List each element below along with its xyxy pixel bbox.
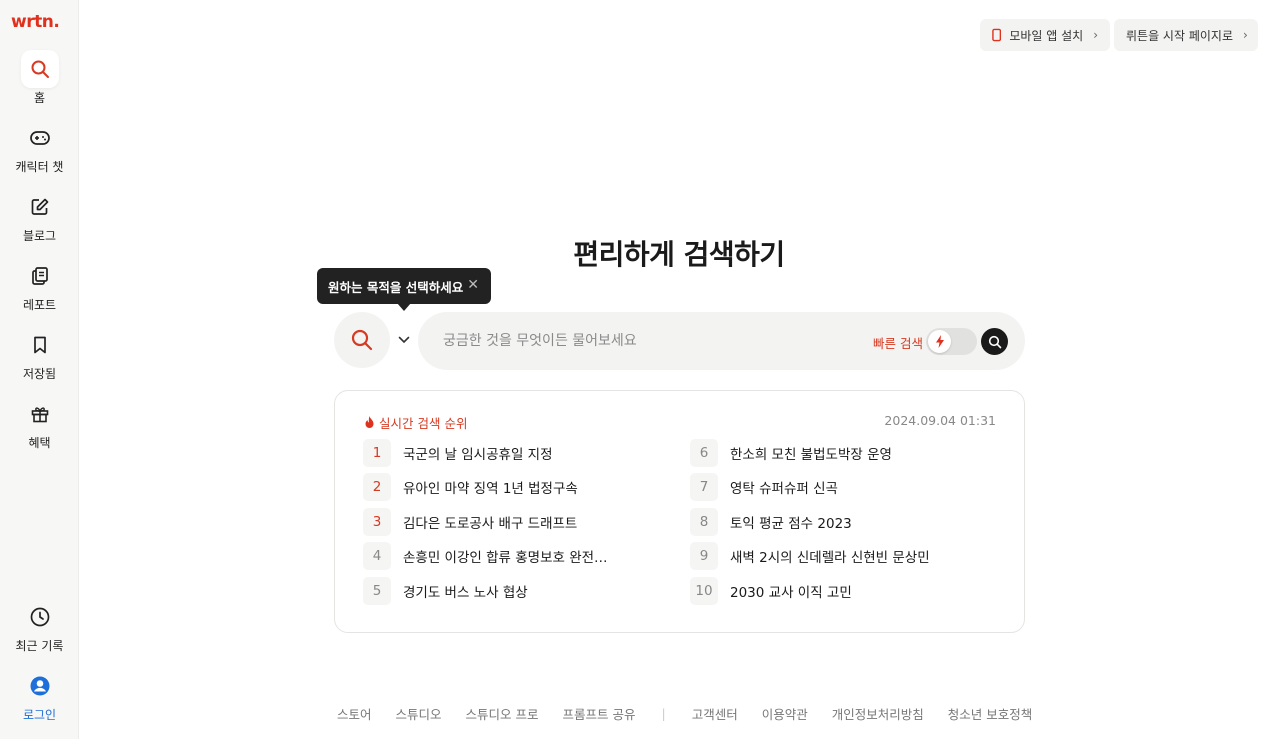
page-title: 편리하게 검색하기 (573, 238, 785, 271)
bookmark-icon (21, 326, 59, 364)
lightning-icon (928, 330, 951, 353)
rank-keyword: 한소희 모친 불법도박장 운영 (730, 447, 892, 463)
sidebar-item-history[interactable]: 최근 기록 (0, 598, 79, 654)
chevron-right-icon: › (1093, 28, 1098, 42)
search-mode-button[interactable] (334, 312, 390, 368)
search-input[interactable] (443, 312, 863, 370)
sidebar-item-label: 캐릭터 챗 (15, 160, 64, 174)
rank-number: 6 (690, 439, 718, 467)
sidebar-item-saved[interactable]: 저장됨 (0, 326, 79, 382)
mobile-app-button[interactable]: 모바일 앱 설치 › (980, 19, 1110, 51)
tooltip-text: 원하는 목적을 선택하세요 (328, 279, 464, 295)
rank-number: 10 (690, 577, 718, 605)
sidebar-item-label: 홈 (33, 91, 46, 105)
sidebar-item-label: 레포트 (22, 298, 57, 312)
rank-keyword: 유아인 마약 징역 1년 법정구속 (403, 481, 578, 497)
rank-number: 7 (690, 473, 718, 501)
gift-icon (21, 395, 59, 433)
trending-item[interactable]: 4 손흥민 이강인 합류 홍명보호 완전체 … (363, 542, 618, 570)
trending-item[interactable]: 1 국군의 날 임시공휴일 지정 (363, 439, 553, 467)
quick-search-toggle[interactable] (926, 328, 977, 355)
footer-link-terms[interactable]: 이용약관 (762, 704, 808, 723)
sidebar: wrtn. 홈 캐릭터 챗 블로그 레포트 저장됨 혜택 최근 기록 로그인 (0, 0, 79, 739)
search-icon (351, 329, 373, 351)
sidebar-item-character-chat[interactable]: 캐릭터 챗 (0, 119, 79, 175)
start-page-label: 뤼튼을 시작 페이지로 (1126, 28, 1233, 43)
rank-number: 9 (690, 542, 718, 570)
rank-keyword: 2030 교사 이직 고민 (730, 585, 852, 601)
sidebar-item-label: 로그인 (22, 708, 57, 722)
sidebar-item-home[interactable]: 홈 (0, 50, 79, 106)
footer-link-studio-pro[interactable]: 스튜디오 프로 (466, 704, 539, 723)
trending-item[interactable]: 10 2030 교사 이직 고민 (690, 577, 852, 605)
sidebar-item-label: 혜택 (28, 436, 51, 450)
trending-item[interactable]: 7 영탁 슈퍼슈퍼 신곡 (690, 473, 838, 501)
footer-link-store[interactable]: 스토어 (337, 704, 372, 723)
trending-item[interactable]: 2 유아인 마약 징역 1년 법정구속 (363, 473, 578, 501)
submit-search-button[interactable] (981, 328, 1008, 355)
search-icon (988, 335, 1001, 348)
trending-item[interactable]: 6 한소희 모친 불법도박장 운영 (690, 439, 892, 467)
user-icon (21, 667, 59, 705)
footer-link-prompt-share[interactable]: 프롬프트 공유 (563, 704, 636, 723)
footer-divider: | (661, 706, 666, 721)
quick-search-label: 빠른 검색 (873, 336, 923, 351)
rank-number: 1 (363, 439, 391, 467)
fire-icon (365, 416, 374, 428)
trending-item[interactable]: 8 토익 평균 점수 2023 (690, 508, 852, 536)
close-icon[interactable]: ✕ (467, 277, 479, 293)
rank-number: 5 (363, 577, 391, 605)
phone-icon (992, 28, 1002, 42)
trending-card: 실시간 검색 순위 2024.09.04 01:31 1 국군의 날 임시공휴일… (334, 390, 1025, 633)
footer-link-studio[interactable]: 스튜디오 (396, 704, 442, 723)
trending-timestamp: 2024.09.04 01:31 (884, 413, 996, 428)
rank-keyword: 김다은 도로공사 배구 드래프트 (403, 516, 578, 532)
app-root: wrtn. 홈 캐릭터 챗 블로그 레포트 저장됨 혜택 최근 기록 로그인 모… (0, 0, 1280, 739)
purpose-tooltip: 원하는 목적을 선택하세요 ✕ (317, 268, 491, 311)
mobile-app-label: 모바일 앱 설치 (1009, 28, 1084, 43)
rank-number: 3 (363, 508, 391, 536)
footer-link-privacy[interactable]: 개인정보처리방침 (832, 704, 924, 723)
sidebar-item-login[interactable]: 로그인 (0, 667, 79, 723)
rank-keyword: 국군의 날 임시공휴일 지정 (403, 447, 553, 463)
chevron-down-icon[interactable] (396, 332, 412, 348)
rank-keyword: 영탁 슈퍼슈퍼 신곡 (730, 481, 838, 497)
gamepad-icon (21, 119, 59, 157)
sidebar-item-benefits[interactable]: 혜택 (0, 395, 79, 451)
sidebar-item-label: 최근 기록 (15, 639, 64, 653)
chevron-right-icon: › (1243, 28, 1248, 42)
trending-item[interactable]: 9 새벽 2시의 신데렐라 신현빈 문상민 (690, 542, 930, 570)
sidebar-item-label: 저장됨 (22, 367, 57, 381)
tooltip-arrow (397, 303, 411, 311)
rank-keyword: 새벽 2시의 신데렐라 신현빈 문상민 (730, 550, 930, 566)
start-page-button[interactable]: 뤼튼을 시작 페이지로 › (1114, 19, 1258, 51)
rank-keyword: 경기도 버스 노사 협상 (403, 585, 528, 601)
rank-keyword: 손흥민 이강인 합류 홍명보호 완전체 … (403, 550, 618, 566)
footer-links: 스토어 스튜디오 스튜디오 프로 프롬프트 공유 | 고객센터 이용약관 개인정… (337, 704, 1032, 723)
rank-keyword: 토익 평균 점수 2023 (730, 516, 852, 532)
search-bar: 빠른 검색 (418, 312, 1025, 370)
trending-title: 실시간 검색 순위 (364, 413, 467, 432)
footer-link-support[interactable]: 고객센터 (692, 704, 738, 723)
clock-icon (21, 598, 59, 636)
trending-item[interactable]: 5 경기도 버스 노사 협상 (363, 577, 528, 605)
rank-number: 8 (690, 508, 718, 536)
trending-item[interactable]: 3 김다은 도로공사 배구 드래프트 (363, 508, 577, 536)
edit-icon (21, 188, 59, 226)
trending-title-text: 실시간 검색 순위 (379, 416, 468, 431)
search-icon (20, 50, 59, 88)
rank-number: 2 (363, 473, 391, 501)
wrtn-logo[interactable]: wrtn. (11, 12, 60, 32)
rank-number: 4 (363, 542, 391, 570)
footer-link-youth-policy[interactable]: 청소년 보호정책 (948, 704, 1032, 723)
